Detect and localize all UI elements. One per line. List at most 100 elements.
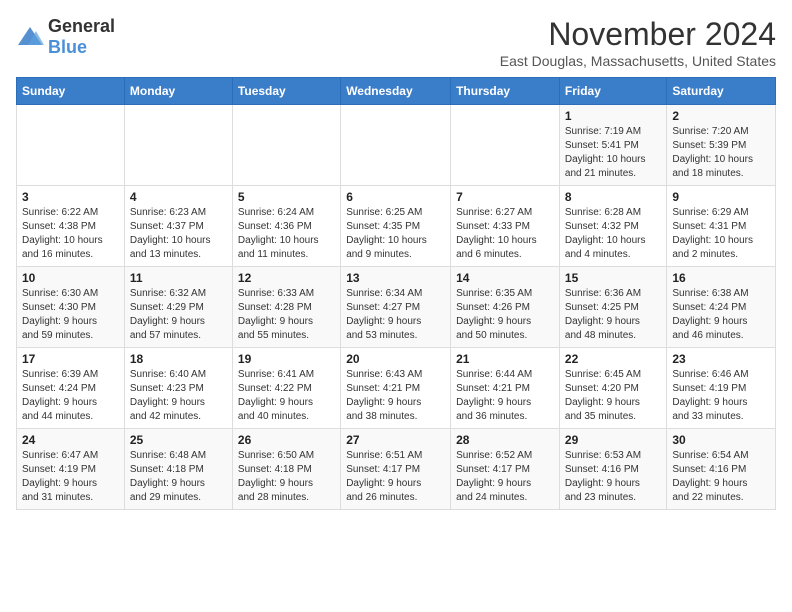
- header: General Blue November 2024 East Douglas,…: [16, 16, 776, 69]
- day-number: 13: [346, 271, 445, 285]
- calendar-cell: 1 Sunrise: 7:19 AM Sunset: 5:41 PM Daylig…: [559, 105, 666, 186]
- calendar-cell: 10Sunrise: 6:30 AM Sunset: 4:30 PM Dayli…: [17, 267, 125, 348]
- calendar-cell: 29 Sunrise: 6:53 AM Sunset: 4:16 PM Dayli…: [559, 429, 666, 510]
- day-number: 18: [130, 352, 227, 366]
- week-row-0: 1 Sunrise: 7:19 AM Sunset: 5:41 PM Daylig…: [17, 105, 776, 186]
- day-info: Sunrise: 6:47 AM Sunset: 4:19 PM Dayligh…: [22, 449, 119, 505]
- day-info: Sunrise: 6:44 AM Sunset: 4:21 PM Dayligh…: [456, 368, 554, 424]
- header-saturday: Saturday: [667, 78, 776, 105]
- header-thursday: Thursday: [451, 78, 560, 105]
- day-info: Sunrise: 6:30 AM Sunset: 4:30 PM Dayligh…: [22, 287, 119, 343]
- week-row-2: 10Sunrise: 6:30 AM Sunset: 4:30 PM Dayli…: [17, 267, 776, 348]
- calendar-cell: 27Sunrise: 6:51 AM Sunset: 4:17 PM Dayli…: [341, 429, 451, 510]
- logo-icon: [16, 25, 44, 49]
- calendar-cell: 12 Sunrise: 6:33 AM Sunset: 4:28 PM Dayli…: [232, 267, 340, 348]
- day-info: Sunrise: 6:52 AM Sunset: 4:17 PM Dayligh…: [456, 449, 554, 505]
- calendar-cell: [17, 105, 125, 186]
- day-info: Sunrise: 6:33 AM Sunset: 4:28 PM Dayligh…: [238, 287, 335, 343]
- calendar-cell: 24 Sunrise: 6:47 AM Sunset: 4:19 PM Dayli…: [17, 429, 125, 510]
- page-title: November 2024: [500, 16, 776, 53]
- day-number: 5: [238, 190, 335, 204]
- calendar-body: 1 Sunrise: 7:19 AM Sunset: 5:41 PM Daylig…: [17, 105, 776, 510]
- day-number: 2: [672, 109, 770, 123]
- logo-text: General Blue: [48, 16, 115, 58]
- day-info: Sunrise: 6:54 AM Sunset: 4:16 PM Dayligh…: [672, 449, 770, 505]
- day-info: Sunrise: 6:35 AM Sunset: 4:26 PM Dayligh…: [456, 287, 554, 343]
- header-friday: Friday: [559, 78, 666, 105]
- day-number: 15: [565, 271, 661, 285]
- day-info: Sunrise: 7:19 AM Sunset: 5:41 PM Dayligh…: [565, 125, 661, 181]
- calendar-cell: 15Sunrise: 6:36 AM Sunset: 4:25 PM Dayli…: [559, 267, 666, 348]
- calendar-cell: 20 Sunrise: 6:43 AM Sunset: 4:21 PM Dayli…: [341, 348, 451, 429]
- calendar-cell: 19 Sunrise: 6:41 AM Sunset: 4:22 PM Dayli…: [232, 348, 340, 429]
- calendar-cell: 8Sunrise: 6:28 AM Sunset: 4:32 PM Daylig…: [559, 186, 666, 267]
- header-monday: Monday: [124, 78, 232, 105]
- day-number: 20: [346, 352, 445, 366]
- day-info: Sunrise: 6:41 AM Sunset: 4:22 PM Dayligh…: [238, 368, 335, 424]
- day-info: Sunrise: 6:46 AM Sunset: 4:19 PM Dayligh…: [672, 368, 770, 424]
- calendar-cell: 26 Sunrise: 6:50 AM Sunset: 4:18 PM Dayli…: [232, 429, 340, 510]
- calendar-cell: 17 Sunrise: 6:39 AM Sunset: 4:24 PM Dayli…: [17, 348, 125, 429]
- calendar-cell: 4Sunrise: 6:23 AM Sunset: 4:37 PM Daylig…: [124, 186, 232, 267]
- day-info: Sunrise: 6:48 AM Sunset: 4:18 PM Dayligh…: [130, 449, 227, 505]
- calendar-cell: 21 Sunrise: 6:44 AM Sunset: 4:21 PM Dayli…: [451, 348, 560, 429]
- day-number: 7: [456, 190, 554, 204]
- day-info: Sunrise: 6:24 AM Sunset: 4:36 PM Dayligh…: [238, 206, 335, 262]
- calendar-cell: [124, 105, 232, 186]
- calendar-cell: 2Sunrise: 7:20 AM Sunset: 5:39 PM Daylig…: [667, 105, 776, 186]
- day-number: 28: [456, 433, 554, 447]
- week-row-3: 17 Sunrise: 6:39 AM Sunset: 4:24 PM Dayli…: [17, 348, 776, 429]
- day-info: Sunrise: 6:50 AM Sunset: 4:18 PM Dayligh…: [238, 449, 335, 505]
- day-info: Sunrise: 6:22 AM Sunset: 4:38 PM Dayligh…: [22, 206, 119, 262]
- header-tuesday: Tuesday: [232, 78, 340, 105]
- day-number: 11: [130, 271, 227, 285]
- day-info: Sunrise: 6:27 AM Sunset: 4:33 PM Dayligh…: [456, 206, 554, 262]
- day-number: 22: [565, 352, 661, 366]
- day-info: Sunrise: 6:34 AM Sunset: 4:27 PM Dayligh…: [346, 287, 445, 343]
- day-number: 27: [346, 433, 445, 447]
- day-info: Sunrise: 6:39 AM Sunset: 4:24 PM Dayligh…: [22, 368, 119, 424]
- day-number: 23: [672, 352, 770, 366]
- calendar-cell: [341, 105, 451, 186]
- day-number: 14: [456, 271, 554, 285]
- day-number: 29: [565, 433, 661, 447]
- day-number: 24: [22, 433, 119, 447]
- day-info: Sunrise: 6:28 AM Sunset: 4:32 PM Dayligh…: [565, 206, 661, 262]
- calendar-cell: 3 Sunrise: 6:22 AM Sunset: 4:38 PM Daylig…: [17, 186, 125, 267]
- header-row: SundayMondayTuesdayWednesdayThursdayFrid…: [17, 78, 776, 105]
- calendar-header: SundayMondayTuesdayWednesdayThursdayFrid…: [17, 78, 776, 105]
- calendar-cell: 23 Sunrise: 6:46 AM Sunset: 4:19 PM Dayli…: [667, 348, 776, 429]
- day-number: 9: [672, 190, 770, 204]
- day-number: 25: [130, 433, 227, 447]
- day-number: 6: [346, 190, 445, 204]
- day-info: Sunrise: 6:25 AM Sunset: 4:35 PM Dayligh…: [346, 206, 445, 262]
- day-number: 30: [672, 433, 770, 447]
- day-number: 19: [238, 352, 335, 366]
- calendar-cell: 30 Sunrise: 6:54 AM Sunset: 4:16 PM Dayli…: [667, 429, 776, 510]
- calendar-cell: 9Sunrise: 6:29 AM Sunset: 4:31 PM Daylig…: [667, 186, 776, 267]
- day-info: Sunrise: 6:32 AM Sunset: 4:29 PM Dayligh…: [130, 287, 227, 343]
- logo: General Blue: [16, 16, 115, 58]
- day-number: 3: [22, 190, 119, 204]
- title-section: November 2024 East Douglas, Massachusett…: [500, 16, 776, 69]
- day-number: 26: [238, 433, 335, 447]
- logo-general: General: [48, 16, 115, 36]
- header-wednesday: Wednesday: [341, 78, 451, 105]
- week-row-1: 3 Sunrise: 6:22 AM Sunset: 4:38 PM Daylig…: [17, 186, 776, 267]
- day-number: 16: [672, 271, 770, 285]
- day-number: 1: [565, 109, 661, 123]
- header-sunday: Sunday: [17, 78, 125, 105]
- day-info: Sunrise: 6:53 AM Sunset: 4:16 PM Dayligh…: [565, 449, 661, 505]
- day-number: 4: [130, 190, 227, 204]
- calendar-cell: 7 Sunrise: 6:27 AM Sunset: 4:33 PM Daylig…: [451, 186, 560, 267]
- day-info: Sunrise: 6:43 AM Sunset: 4:21 PM Dayligh…: [346, 368, 445, 424]
- day-number: 12: [238, 271, 335, 285]
- day-number: 21: [456, 352, 554, 366]
- calendar-cell: 5 Sunrise: 6:24 AM Sunset: 4:36 PM Daylig…: [232, 186, 340, 267]
- day-number: 17: [22, 352, 119, 366]
- day-info: Sunrise: 6:38 AM Sunset: 4:24 PM Dayligh…: [672, 287, 770, 343]
- calendar-cell: 22Sunrise: 6:45 AM Sunset: 4:20 PM Dayli…: [559, 348, 666, 429]
- day-info: Sunrise: 6:40 AM Sunset: 4:23 PM Dayligh…: [130, 368, 227, 424]
- calendar-table: SundayMondayTuesdayWednesdayThursdayFrid…: [16, 77, 776, 510]
- calendar-cell: 18 Sunrise: 6:40 AM Sunset: 4:23 PM Dayli…: [124, 348, 232, 429]
